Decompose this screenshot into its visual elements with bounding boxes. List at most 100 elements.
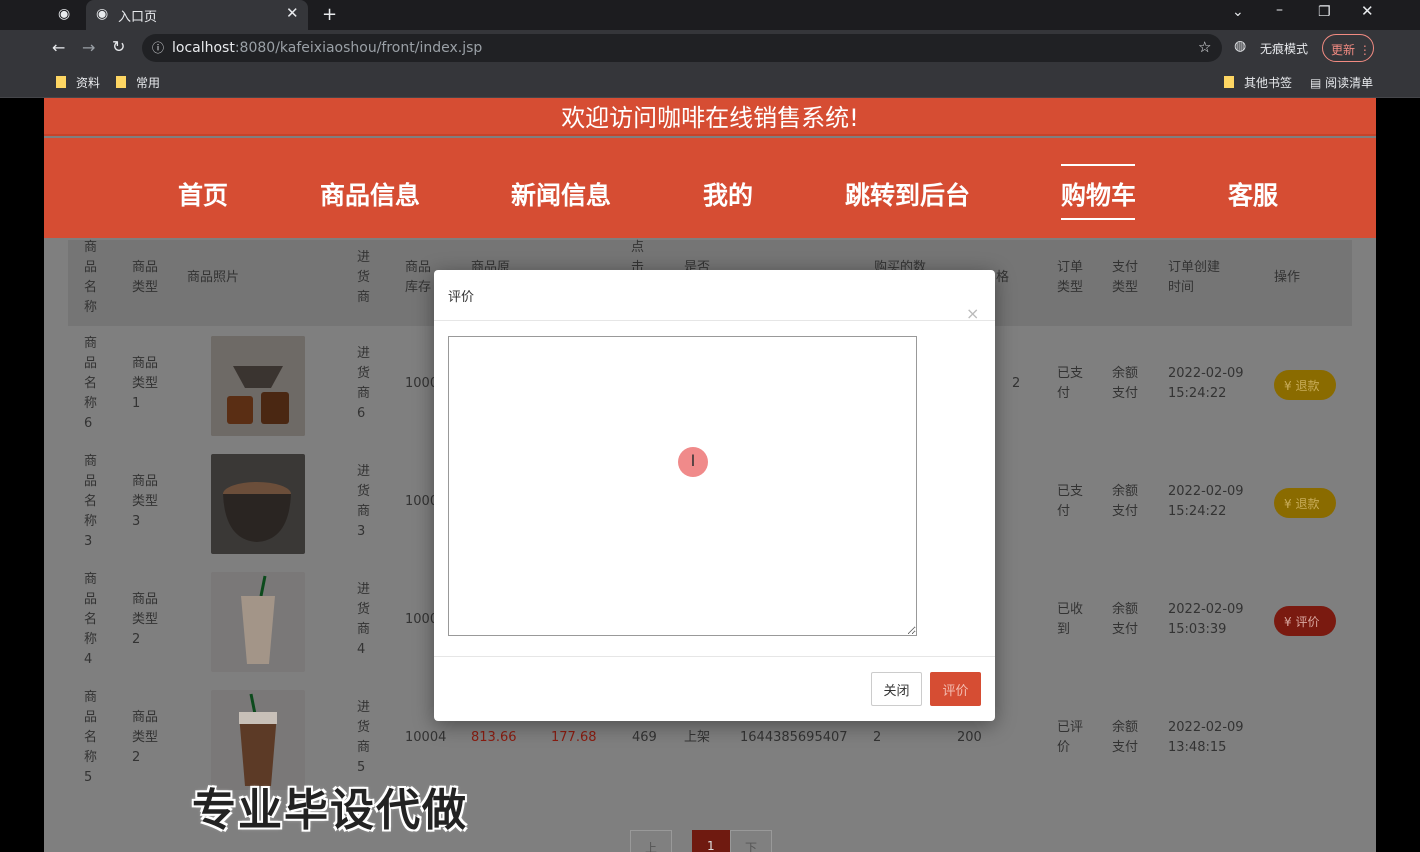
cell-type: 商品类型3 — [132, 474, 159, 529]
nav-active-indicator — [1061, 164, 1135, 166]
cell-type: 商品类型2 — [132, 592, 159, 647]
cell-onsale: 上架 — [684, 730, 711, 745]
reading-list[interactable]: ▤ 阅读清单 — [1310, 74, 1373, 91]
bookmark-folder-2[interactable]: 常用 — [116, 74, 160, 91]
refund-label: 退款 — [1295, 379, 1320, 393]
cell-status: 已支付 — [1057, 366, 1084, 401]
watermark-text: 专业毕设代做 — [192, 785, 468, 836]
col-header: 商品类型 — [132, 260, 159, 295]
folder-icon — [1224, 76, 1234, 88]
nav-cart[interactable]: 购物车 — [1061, 176, 1136, 212]
forward-icon[interactable]: → — [82, 38, 95, 57]
address-bar: ← → ↻ ⓘ localhost:8080/kafeixiaoshou/fro… — [0, 30, 1420, 66]
dialog-title: 评价 — [448, 290, 475, 305]
col-header: 订单类型 — [1057, 260, 1084, 295]
col-header: 操作 — [1274, 270, 1301, 285]
window-close-icon[interactable]: ✕ — [1361, 2, 1374, 20]
nav-home[interactable]: 首页 — [178, 176, 228, 212]
restore-icon[interactable]: ❐ — [1318, 4, 1331, 20]
col-header: 支付类型 — [1112, 260, 1139, 295]
nav-news[interactable]: 新闻信息 — [511, 176, 611, 212]
nav-active-indicator — [1061, 218, 1135, 220]
dialog-divider — [434, 656, 995, 657]
cell-date: 2022-02-09 — [1168, 602, 1244, 617]
cell-date: 2022-02-09 — [1168, 484, 1244, 499]
cell-date: 2022-02-09 — [1168, 366, 1244, 381]
cell-name: 商品名称4 — [84, 572, 98, 667]
cell-pay: 余额支付 — [1112, 602, 1139, 637]
nav-mine[interactable]: 我的 — [703, 176, 753, 212]
browser-window: ◉ ◉ 入口页 ✕ + ⌄ – ❐ ✕ ← → ↻ ⓘ localhost:80… — [0, 0, 1420, 852]
update-label: 更新 — [1331, 43, 1356, 57]
cell-clicks: 469 — [632, 730, 657, 745]
product-image — [211, 454, 305, 554]
cell-supplier: 进货商5 — [357, 700, 371, 775]
close-button[interactable]: 关闭 — [871, 672, 922, 706]
update-button[interactable]: 更新 ⋮ — [1322, 34, 1374, 62]
tab-close-icon[interactable]: ✕ — [286, 4, 299, 22]
cell-status: 已收到 — [1057, 602, 1084, 637]
cell-pay: 余额支付 — [1112, 366, 1139, 401]
nav-service[interactable]: 客服 — [1228, 176, 1278, 212]
bookmarks-bar: 资料 常用 其他书签 ▤ 阅读清单 — [0, 66, 1420, 98]
main-nav: 首页 商品信息 新闻信息 我的 跳转到后台 购物车 客服 — [44, 138, 1376, 238]
coffee-cup-image — [211, 454, 305, 554]
nav-products[interactable]: 商品信息 — [320, 176, 420, 212]
next-page-button[interactable]: 下一页 — [730, 830, 773, 852]
new-tab-icon[interactable]: + — [322, 4, 337, 25]
submit-review-button[interactable]: 评价 — [930, 672, 981, 706]
cell-stock: 10004 — [405, 730, 447, 745]
minimize-icon[interactable]: – — [1276, 2, 1283, 18]
col-header: 格 — [996, 270, 1010, 285]
cell-code: 1644385695407 — [740, 730, 848, 745]
refund-label: 退款 — [1295, 497, 1320, 511]
review-button[interactable]: ¥ 评价 — [1274, 606, 1336, 636]
incognito-label: 无痕模式 — [1260, 42, 1309, 56]
prev-page-button[interactable]: 上一页 — [630, 830, 673, 852]
dialog-divider — [434, 320, 995, 321]
review-label: 评价 — [1295, 615, 1320, 629]
welcome-banner: 欢迎访问咖啡在线销售系统! — [44, 98, 1376, 136]
col-header: 商品库存 — [405, 260, 432, 295]
cell-total: 200 — [957, 730, 982, 745]
incognito-icon: ◍ — [1234, 38, 1247, 54]
cell-status: 已评价 — [1057, 720, 1084, 755]
info-icon: ⓘ — [152, 41, 165, 55]
folder-icon — [56, 76, 66, 88]
iced-latte-image — [211, 572, 305, 672]
cell-type: 商品类型1 — [132, 356, 159, 411]
review-textarea[interactable] — [448, 336, 917, 636]
refund-button[interactable]: ¥ 退款 — [1274, 370, 1336, 400]
refund-button[interactable]: ¥ 退款 — [1274, 488, 1336, 518]
cell-time: 15:03:39 — [1168, 622, 1227, 637]
bookmark-star-icon[interactable]: ☆ — [1198, 38, 1211, 56]
product-image — [211, 336, 305, 436]
bookmark-folder-1[interactable]: 资料 — [56, 74, 100, 91]
cell-stray: 2 — [1012, 376, 1021, 391]
nav-admin[interactable]: 跳转到后台 — [845, 176, 970, 212]
back-icon[interactable]: ← — [52, 38, 65, 57]
current-page[interactable]: 1 — [692, 830, 730, 852]
cell-type: 商品类型2 — [132, 710, 159, 765]
cell-date: 2022-02-09 — [1168, 720, 1244, 735]
review-dialog: 评价 × I 关闭 评价 — [434, 270, 995, 721]
cell-price: 177.68 — [551, 730, 597, 745]
col-header: 进货商 — [357, 250, 371, 305]
reload-icon[interactable]: ↻ — [112, 37, 125, 56]
cell-supplier: 进货商6 — [357, 346, 371, 421]
cell-time: 13:48:15 — [1168, 740, 1227, 755]
cell-time: 15:24:22 — [1168, 504, 1227, 519]
cell-supplier: 进货商3 — [357, 464, 371, 539]
cell-price: 813.66 — [471, 730, 517, 745]
cell-pay: 余额支付 — [1112, 720, 1139, 755]
folder-icon — [116, 76, 126, 88]
cell-name: 商品名称5 — [84, 690, 98, 785]
browser-tab[interactable]: ◉ 入口页 ✕ — [86, 0, 308, 30]
cell-pay: 余额支付 — [1112, 484, 1139, 519]
url-input[interactable]: ⓘ localhost:8080/kafeixiaoshou/front/ind… — [142, 34, 1222, 62]
cell-name: 商品名称6 — [84, 336, 98, 431]
tab-search-icon[interactable]: ⌄ — [1232, 4, 1244, 20]
other-bookmarks[interactable]: 其他书签 — [1224, 74, 1292, 91]
tab-bar: ◉ ◉ 入口页 ✕ + ⌄ – ❐ ✕ — [0, 0, 1420, 30]
col-header: 商品名称 — [84, 240, 98, 315]
